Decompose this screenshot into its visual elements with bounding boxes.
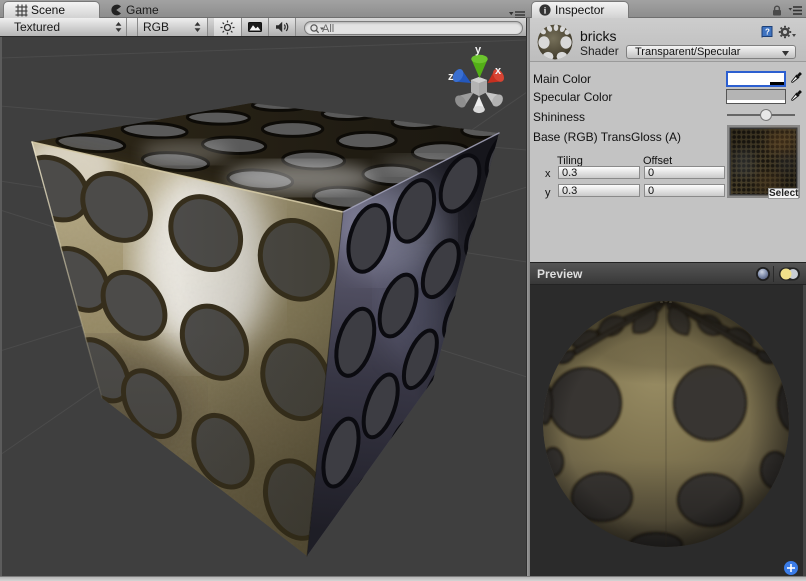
- svg-text:y: y: [475, 44, 482, 56]
- svg-text:z: z: [448, 71, 454, 83]
- svg-text:x: x: [495, 65, 502, 77]
- svg-text:?: ?: [765, 28, 770, 37]
